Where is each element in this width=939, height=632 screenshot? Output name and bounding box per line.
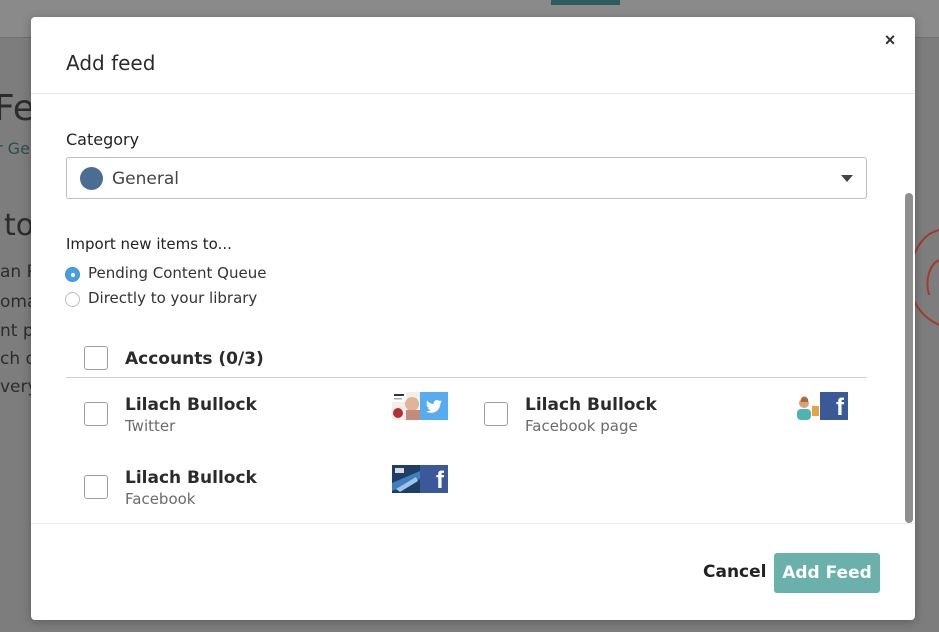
account-type: Facebook page: [525, 417, 638, 435]
account-checkbox-facebook[interactable]: [84, 475, 108, 499]
category-color-dot: [80, 167, 103, 190]
radio-button[interactable]: [65, 292, 80, 307]
accounts-header: Accounts (0/3): [125, 349, 264, 369]
close-icon[interactable]: ×: [882, 31, 898, 49]
category-label: Category: [66, 130, 140, 149]
dialog-scrollbar[interactable]: [905, 193, 913, 523]
active-tab-indicator: [551, 0, 620, 5]
category-select[interactable]: General: [66, 157, 867, 199]
account-type: Facebook: [125, 490, 196, 508]
account-avatar: [792, 392, 820, 420]
background-heading: to: [4, 208, 35, 243]
account-name: Lilach Bullock: [125, 468, 257, 488]
account-name: Lilach Bullock: [125, 395, 257, 415]
account-avatar: [392, 465, 420, 493]
scrollbar-thumb[interactable]: [905, 193, 913, 523]
accounts-divider: [66, 377, 867, 378]
background-breadcrumb: r Ge: [0, 139, 30, 158]
dialog-header: Add feed ×: [31, 17, 915, 94]
radio-label: Pending Content Queue: [88, 264, 267, 282]
account-type: Twitter: [125, 417, 176, 435]
radio-label: Directly to your library: [88, 289, 258, 307]
select-all-accounts-checkbox[interactable]: [84, 346, 108, 370]
facebook-icon: f: [420, 465, 448, 494]
chevron-down-icon: [841, 175, 853, 182]
dialog-title: Add feed: [66, 51, 156, 75]
facebook-icon: f: [820, 392, 848, 421]
account-checkbox-twitter[interactable]: [84, 402, 108, 426]
category-selected-value: General: [112, 169, 179, 189]
radio-button-selected[interactable]: [65, 267, 80, 282]
background-page-title: Fe: [0, 88, 35, 129]
add-feed-button[interactable]: Add Feed: [774, 553, 880, 593]
cancel-button[interactable]: Cancel: [703, 562, 766, 582]
account-name: Lilach Bullock: [525, 395, 657, 415]
add-feed-dialog: Add feed × Category General Import new i…: [31, 17, 915, 620]
account-avatar: [392, 392, 420, 420]
account-checkbox-facebook-page[interactable]: [484, 402, 508, 426]
import-label: Import new items to...: [66, 235, 232, 253]
footer-divider: [31, 523, 915, 524]
twitter-icon: [420, 392, 448, 420]
